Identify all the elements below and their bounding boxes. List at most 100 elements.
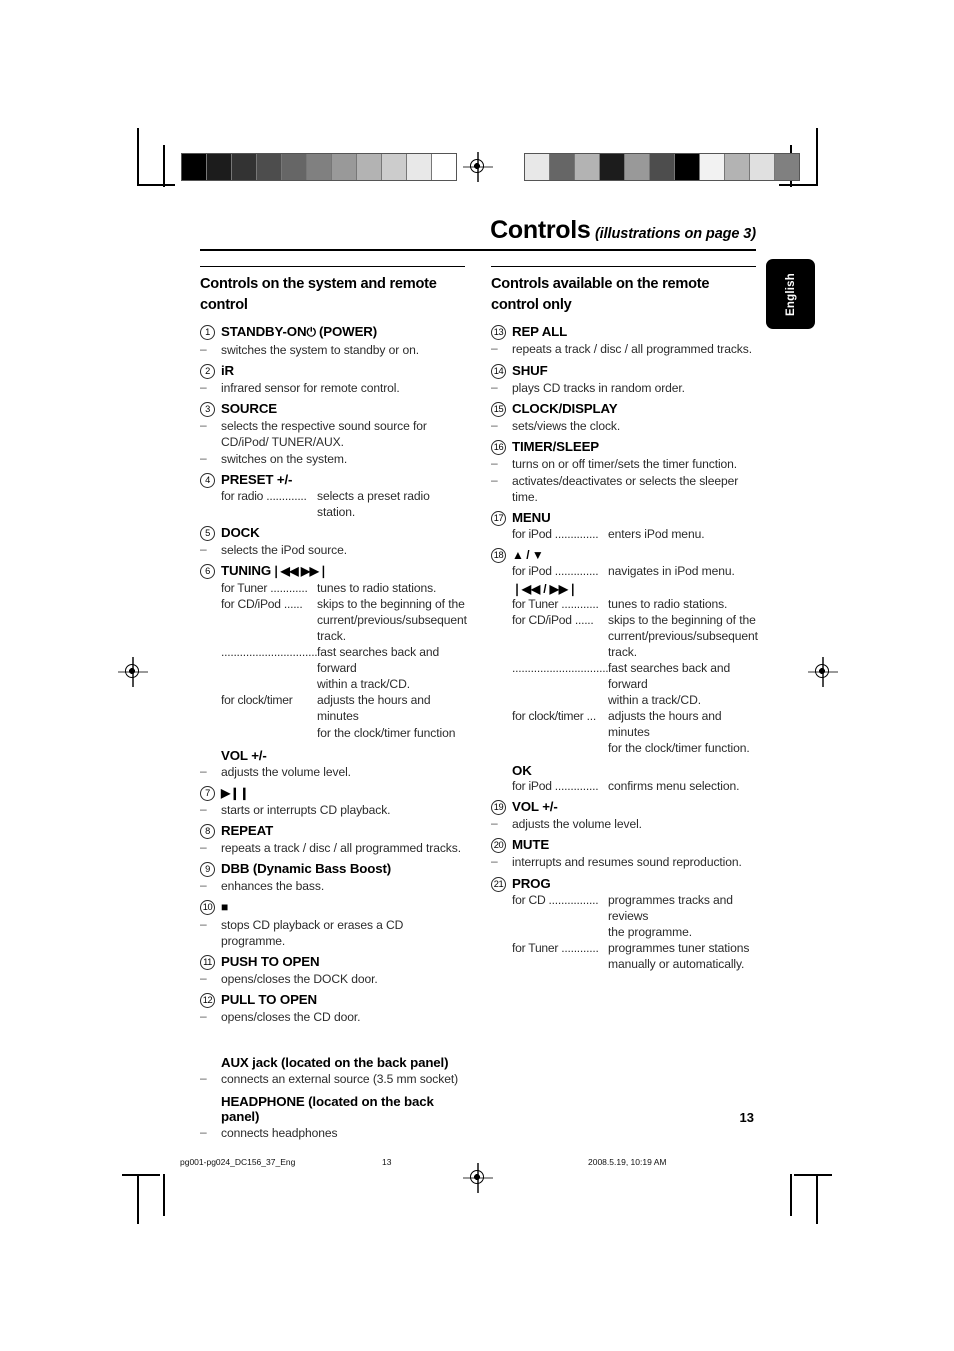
gray-patch xyxy=(675,154,700,180)
control-label: SOURCE xyxy=(221,400,277,417)
gray-patch xyxy=(750,154,775,180)
control-description-text: opens/closes the DOCK door. xyxy=(221,971,378,986)
control-description-text: enhances the bass. xyxy=(221,879,325,894)
control-entry-head: 8 REPEAT xyxy=(200,822,465,840)
bullet-dash-icon: – xyxy=(491,854,498,869)
language-tab-label: English xyxy=(784,272,797,316)
control-entry: 9 DBB (Dynamic Bass Boost) – enhances the b… xyxy=(200,860,465,894)
control-entry: AUX jack (located on the back panel) – con… xyxy=(200,1055,465,1087)
bullet-dash-icon: – xyxy=(200,802,207,817)
control-description-text: connects headphones xyxy=(221,1126,338,1141)
control-description: – sets/views the clock. xyxy=(491,418,756,434)
control-description: – adjusts the volume level. xyxy=(491,816,756,832)
control-label: STANDBY-ON⏻ (POWER) xyxy=(221,323,377,340)
control-description-text: starts or interrupts CD playback. xyxy=(221,803,391,818)
control-entry-head: 13 REP ALL xyxy=(491,323,756,341)
control-description-text: switches on the system. xyxy=(221,452,348,467)
control-number-badge: 18 xyxy=(491,548,506,564)
gray-patch xyxy=(407,154,432,180)
control-description: – turns on or off timer/sets the timer fu… xyxy=(491,456,756,472)
control-label-text: TIMER/SLEEP xyxy=(512,438,600,454)
control-number-badge: 5 xyxy=(200,526,215,542)
page-title-subtitle: (illustrations on page 3) xyxy=(594,226,756,242)
leader-row: for clock/timer adjusts the hours and min… xyxy=(221,692,465,724)
leader-row: for Tuner ............ tunes to radio sta… xyxy=(221,580,465,596)
control-entry-head: 4 PRESET +/- xyxy=(200,471,465,489)
bullet-dash-icon: – xyxy=(200,763,207,778)
control-sub-label: OK xyxy=(512,763,532,779)
leader-key: for Tuner ............ xyxy=(512,596,599,611)
gray-patch xyxy=(282,154,307,180)
control-sub-label: HEADPHONE (located on the back panel) xyxy=(221,1094,434,1125)
leader-value: fast searches back and forward xyxy=(608,660,731,691)
gray-patch xyxy=(182,154,207,180)
leader-value: selects a preset radio station. xyxy=(317,489,430,520)
bullet-dash-icon: – xyxy=(200,1008,207,1023)
control-label-text: VOL +/- xyxy=(512,799,558,815)
control-entry: 2 iR – infrared sensor for remote control. xyxy=(200,362,465,396)
page-body: Controls (illustrations on page 3) Contr… xyxy=(200,216,758,1142)
control-entry-head: 10 ■ xyxy=(200,898,465,916)
control-label-text: PRESET +/- xyxy=(221,472,293,488)
leader-value: confirms menu selection. xyxy=(608,779,740,794)
control-description-text: sets/views the clock. xyxy=(512,418,621,433)
control-description-text: selects the respective sound source for … xyxy=(221,418,427,450)
leader-row: for radio ............. selects a preset … xyxy=(221,488,465,520)
control-label: DBB (Dynamic Bass Boost) xyxy=(221,860,391,877)
gray-patch xyxy=(725,154,750,180)
control-number-badge: 20 xyxy=(491,838,506,854)
bullet-dash-icon: – xyxy=(200,379,207,394)
control-number-badge: 4 xyxy=(200,473,215,489)
control-entry: 1 STANDBY-ON⏻ (POWER) – switches the system… xyxy=(200,323,465,357)
bullet-dash-icon: – xyxy=(491,472,498,487)
control-label-text: CLOCK/DISPLAY xyxy=(512,400,618,416)
control-label-text: DOCK xyxy=(221,525,260,541)
control-label: ▲ / ▼ xyxy=(512,546,544,563)
control-entry-head: 21 PROG xyxy=(491,875,756,892)
control-description: – repeats a track / disc / all programmed… xyxy=(200,840,465,856)
bullet-dash-icon: – xyxy=(491,341,498,356)
crop-mark-top-left-bar xyxy=(163,145,165,187)
leader-value: within a track/CD. xyxy=(317,677,410,692)
page-title-main: Controls xyxy=(490,216,591,244)
crop-mark-top-left-h xyxy=(137,184,175,186)
leader-row: the programme. xyxy=(512,924,756,940)
control-description-text: turns on or off timer/sets the timer fun… xyxy=(512,456,738,471)
leader-row: manually or automatically. xyxy=(512,956,756,972)
language-tab: English xyxy=(766,259,815,329)
control-label: iR xyxy=(221,362,234,379)
leader-row: within a track/CD. xyxy=(221,676,465,692)
control-entry: 5 DOCK – selects the iPod source. xyxy=(200,524,465,558)
control-entry: OK for iPod .............. confirms menu s… xyxy=(491,763,756,794)
control-number-badge: 21 xyxy=(491,876,506,892)
control-label: REPEAT xyxy=(221,822,273,839)
control-entry: VOL +/- – adjusts the volume level. xyxy=(200,748,465,780)
gray-patch xyxy=(332,154,357,180)
leader-row: track. xyxy=(221,628,465,644)
control-description-text: stops CD playback or erases a CD program… xyxy=(221,917,404,948)
control-number-badge: 12 xyxy=(200,992,215,1008)
control-entry-head: 15 CLOCK/DISPLAY xyxy=(491,400,756,417)
leader-row: ................................ fast sea… xyxy=(512,660,756,692)
control-number-badge: 16 xyxy=(491,439,506,455)
control-entry-head: 11 PUSH TO OPEN xyxy=(200,953,465,970)
leader-value: skips to the beginning of the xyxy=(608,612,756,627)
gray-patch xyxy=(257,154,282,180)
leader-value: enters iPod menu. xyxy=(608,526,705,541)
title-divider xyxy=(200,249,756,251)
control-description-text: adjusts the volume level. xyxy=(221,764,351,779)
leader-value: current/previous/subsequent xyxy=(317,613,467,627)
control-entry-head: 2 iR xyxy=(200,362,465,379)
control-description-text: adjusts the volume level. xyxy=(512,817,642,832)
control-label: DOCK xyxy=(221,524,260,541)
gray-patch xyxy=(575,154,600,180)
control-label: CLOCK/DISPLAY xyxy=(512,400,618,417)
leader-row: for CD/iPod ...... skips to the beginning… xyxy=(512,612,756,628)
control-entry-head: 12 PULL TO OPEN xyxy=(200,991,465,1008)
gray-patch xyxy=(382,154,407,180)
gray-patch xyxy=(525,154,550,180)
control-entry: 7 ▶❙❙ – starts or interrupts CD playback. xyxy=(200,784,465,818)
crop-mark-top-left-v xyxy=(137,128,139,186)
control-description: – activates/deactivates or selects the sl… xyxy=(491,473,756,505)
bullet-dash-icon: – xyxy=(200,341,207,356)
